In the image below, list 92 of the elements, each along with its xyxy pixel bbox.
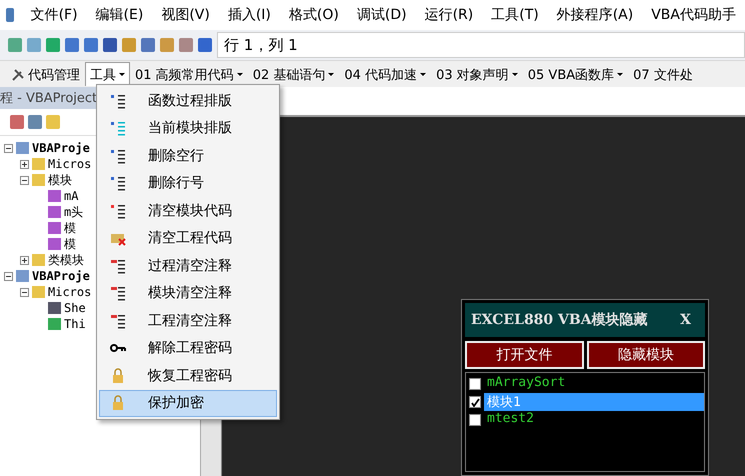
menu-item[interactable]: 解除工程密码 [99, 334, 277, 362]
collapse-toggle[interactable] [4, 272, 13, 280]
sheet-icon [48, 302, 61, 314]
lines-icon [110, 285, 126, 302]
menu-item[interactable]: 调试(D) [348, 6, 416, 24]
toolbar-icon[interactable] [27, 38, 41, 52]
menu-item[interactable]: 工程清空注释 [99, 307, 277, 334]
toolbar-menu-button[interactable]: 代码管理 [6, 62, 85, 86]
toolbar-menu-button[interactable]: 工具 [85, 62, 130, 86]
lines-icon [110, 120, 126, 136]
padlock-icon [110, 368, 126, 384]
lines-icon [110, 175, 126, 192]
dialog-button[interactable]: 打开文件 [465, 341, 584, 369]
folder-icon [32, 254, 45, 266]
tree-item[interactable]: Micros [48, 285, 92, 299]
cursor-position: 行 1，列 1 [217, 32, 745, 58]
toolbar-icon[interactable] [179, 38, 193, 52]
list-item[interactable]: mArraySort [484, 375, 704, 393]
toolbar-icon[interactable] [84, 38, 98, 52]
toolbar-menu-button[interactable]: 07 文件处 [628, 62, 698, 86]
folder-icon [32, 158, 45, 170]
menu-item[interactable]: 清空模块代码 [99, 197, 277, 224]
tree-item[interactable]: VBAProje [32, 269, 90, 283]
menu-item[interactable]: 视图(V) [152, 6, 219, 24]
tree-item[interactable]: 模 [64, 236, 76, 252]
collapse-toggle[interactable] [4, 144, 13, 152]
menu-item[interactable]: 插入(I) [218, 6, 280, 24]
menu-item[interactable]: 运行(R) [416, 6, 482, 24]
tree-item[interactable]: 类模块 [48, 252, 84, 268]
menu-item[interactable]: 删除行号 [99, 170, 277, 197]
folder-icon [32, 174, 45, 186]
tree-item[interactable]: Micros [48, 157, 92, 171]
toolbar-icon[interactable] [103, 38, 117, 52]
menu-item[interactable]: 模块清空注释 [99, 280, 277, 307]
module-icon [48, 222, 61, 234]
menu-item[interactable]: 清空工程代码 [99, 224, 277, 252]
workbook-icon [48, 318, 61, 330]
menu-item[interactable]: 恢复工程密码 [99, 362, 277, 390]
toolbar-icon[interactable] [160, 38, 174, 52]
module-icon [48, 190, 61, 202]
menu-item[interactable]: 格式(O) [280, 6, 348, 24]
menu-item[interactable]: 当前模块排版 [99, 114, 277, 142]
toolbar-icon[interactable] [198, 38, 212, 52]
toolbar-icon[interactable] [122, 38, 136, 52]
view-code-icon[interactable] [10, 115, 24, 129]
menu-item[interactable]: 文件(F) [22, 6, 87, 24]
menu-item[interactable]: 过程清空注释 [99, 252, 277, 280]
checkbox[interactable] [469, 396, 481, 408]
menu-item[interactable]: 保护加密 [99, 390, 277, 417]
folder-icon [32, 286, 45, 298]
menu-item[interactable]: VBA代码助手 [642, 6, 745, 24]
view-object-icon[interactable] [28, 115, 42, 129]
toolbar-icon[interactable] [8, 38, 22, 52]
tree-item[interactable]: Thi [64, 317, 86, 331]
toolbar-menu-button[interactable]: 05 VBA函数库 [522, 62, 628, 86]
toolbar-icon[interactable] [46, 38, 60, 52]
tree-item[interactable]: She [64, 301, 86, 315]
menu-item[interactable]: 工具(T) [482, 6, 548, 24]
list-item[interactable]: mtest2 [484, 411, 704, 429]
project-icon [16, 142, 29, 154]
lines-icon [110, 148, 126, 164]
tree-item[interactable]: 模块 [48, 172, 72, 188]
checkmark-icon [470, 398, 480, 406]
tree-item[interactable]: m头 [64, 204, 84, 220]
checkbox[interactable] [469, 414, 481, 426]
close-button[interactable]: X [680, 312, 691, 328]
menu-item[interactable]: 编辑(E) [86, 6, 152, 24]
collapse-toggle[interactable] [20, 176, 29, 184]
lines-icon [110, 258, 126, 274]
menu-item[interactable]: 外接程序(A) [548, 6, 642, 24]
expand-toggle[interactable] [20, 256, 29, 264]
folder-icon[interactable] [46, 115, 60, 129]
dialog-button[interactable]: 隐藏模块 [586, 341, 705, 369]
dialog-title: EXCEL880 VBA模块隐藏 [471, 311, 648, 329]
module-icon [48, 238, 61, 250]
toolbar-icon[interactable] [65, 38, 79, 52]
menu-item[interactable]: 删除空行 [99, 142, 277, 170]
lines-icon [110, 312, 126, 329]
tree-item[interactable]: mA [64, 189, 78, 203]
module-icon [48, 206, 61, 218]
tree-item[interactable]: VBAProje [32, 141, 90, 155]
lines-icon [110, 202, 126, 219]
toolbar-menu-button[interactable]: 03 对象声明 [431, 62, 523, 86]
toolbar-icon[interactable] [141, 38, 155, 52]
expand-toggle[interactable] [20, 160, 29, 168]
tree-item[interactable]: 模 [64, 220, 76, 236]
project-icon [16, 270, 29, 282]
collapse-toggle[interactable] [20, 288, 29, 296]
checkbox[interactable] [469, 378, 481, 390]
toolbar-menu-button[interactable]: 04 代码加速 [339, 62, 432, 86]
padlock-icon [110, 395, 126, 412]
lines-icon [110, 92, 126, 109]
